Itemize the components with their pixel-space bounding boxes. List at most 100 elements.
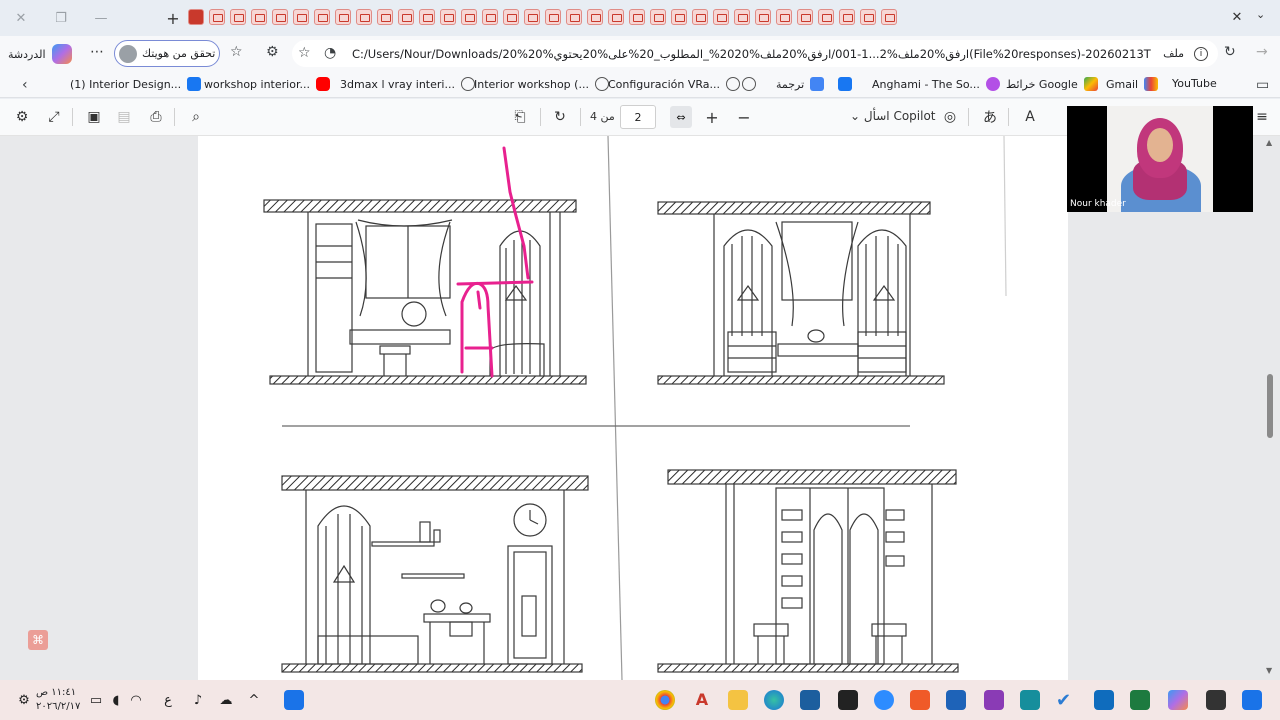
pdf-tab[interactable]	[356, 9, 372, 25]
edge-icon[interactable]	[764, 690, 784, 710]
pdf-tab[interactable]	[818, 9, 834, 25]
pdf-tab[interactable]	[671, 9, 687, 25]
pdf-tab[interactable]	[230, 9, 246, 25]
pdf-tab[interactable]	[272, 9, 288, 25]
video-call-tile[interactable]: Nour khader	[1067, 106, 1253, 212]
language-indicator[interactable]: ع	[160, 692, 176, 708]
pdf-tab[interactable]	[440, 9, 456, 25]
tab-close-icon[interactable]: ✕	[1228, 8, 1246, 26]
forward-icon[interactable]: →	[1256, 44, 1268, 60]
collections-icon[interactable]: ▭	[1256, 77, 1269, 93]
chevron-up-icon[interactable]: ^	[246, 692, 262, 708]
ask-copilot-button[interactable]: ⌄ اسأل Copilot	[850, 109, 936, 123]
acrobat-icon[interactable]: A	[692, 690, 712, 710]
extensions-icon[interactable]: ⚙	[266, 44, 279, 60]
pdf-tab[interactable]	[482, 9, 498, 25]
pdf-tab[interactable]	[734, 9, 750, 25]
pdf-tab[interactable]	[251, 9, 267, 25]
volume-icon[interactable]: ◖	[108, 692, 124, 708]
zoom-in-icon[interactable]: +	[704, 108, 720, 127]
file-explorer-icon[interactable]	[728, 690, 748, 710]
fullscreen-icon[interactable]: ⤢	[46, 109, 62, 125]
scroll-up-icon[interactable]: ▲	[1266, 138, 1272, 147]
pdf-tab[interactable]	[503, 9, 519, 25]
excel-icon[interactable]	[1130, 690, 1150, 710]
pdf-viewer[interactable]: ⌘ ▲ ▼	[0, 136, 1280, 680]
bookmark-item[interactable]: YouTube	[1172, 77, 1217, 90]
rotate-icon[interactable]: ↻	[552, 109, 568, 125]
scroll-thumb[interactable]	[1267, 374, 1273, 438]
outlook-icon[interactable]	[1094, 690, 1114, 710]
pdf-tab[interactable]	[692, 9, 708, 25]
print-icon[interactable]: ⎙	[148, 109, 164, 125]
close-window-icon[interactable]: ✕	[8, 5, 34, 31]
todo-icon[interactable]: ✔	[1056, 690, 1076, 711]
pdf-tab[interactable]	[881, 9, 897, 25]
read-aloud-icon[interactable]: A	[1022, 109, 1038, 125]
page-number-input[interactable]: 2	[620, 105, 656, 129]
terminal-icon[interactable]	[1206, 690, 1226, 710]
pdf-tab[interactable]	[587, 9, 603, 25]
pdf-tab[interactable]	[335, 9, 351, 25]
copilot-chat-button[interactable]: الدردشة	[8, 41, 72, 67]
cloud-icon[interactable]: ☁	[218, 692, 234, 708]
minimize-window-icon[interactable]: —	[88, 5, 114, 31]
scrollbar[interactable]: ▲ ▼	[1264, 136, 1276, 680]
pdf-tab[interactable]	[419, 9, 435, 25]
scroll-down-icon[interactable]: ▼	[1266, 666, 1272, 675]
pdf-tab[interactable]	[209, 9, 225, 25]
widgets-icon[interactable]	[284, 690, 304, 710]
bookmark-item[interactable]	[838, 77, 852, 91]
save-as-icon[interactable]: ▣	[86, 109, 102, 125]
refresh-icon[interactable]: ↻	[1224, 44, 1236, 60]
info-icon[interactable]: i	[1194, 46, 1208, 61]
pdf-tab[interactable]	[797, 9, 813, 25]
restore-window-icon[interactable]: ❐	[48, 5, 74, 31]
microphone-icon[interactable]: ♪	[190, 692, 206, 708]
url-field[interactable]: ☆ ◔ C:/Users/Nour/Downloads/20%ارفق%20مل…	[292, 40, 1218, 67]
zoom-out-icon[interactable]: −	[736, 108, 752, 127]
search-icon[interactable]: ⌕	[188, 109, 204, 125]
app-icon[interactable]	[984, 690, 1004, 710]
read-aloud-icon[interactable]: ◔	[324, 45, 336, 61]
bookmark-item[interactable]: خرائط Google	[1006, 77, 1098, 91]
pdf-tab[interactable]	[188, 9, 204, 25]
pdf-tab[interactable]	[461, 9, 477, 25]
pdf-tab[interactable]	[398, 9, 414, 25]
bookmark-item[interactable]: workshop interior...	[204, 77, 330, 91]
battery-icon[interactable]: ▭	[88, 692, 104, 708]
weather-icon[interactable]: ⚙	[16, 692, 32, 708]
pdf-tab[interactable]	[650, 9, 666, 25]
pdf-tab[interactable]	[608, 9, 624, 25]
bookmark-item[interactable]: ترجمة	[776, 77, 825, 91]
add-favorite-icon[interactable]: ☆	[298, 45, 311, 61]
bookmark-item[interactable]: Anghami - The So...	[872, 77, 1000, 91]
3dsmax-icon[interactable]	[1020, 690, 1040, 710]
page-view-icon[interactable]: ⎗	[512, 109, 528, 125]
bookmark-item[interactable]: 3dmax l vray interi...	[340, 77, 475, 91]
pdf-tab[interactable]	[839, 9, 855, 25]
revit-icon[interactable]	[946, 690, 966, 710]
windows-start-icon[interactable]	[1242, 690, 1262, 710]
pdf-tab[interactable]	[524, 9, 540, 25]
pdf-tab[interactable]	[545, 9, 561, 25]
bookmark-item[interactable]: Gmail	[1106, 77, 1159, 91]
verify-identity-button[interactable]: تحقق من هويتك	[114, 40, 220, 67]
pdf-tab[interactable]	[377, 9, 393, 25]
bookmark-item[interactable]: (1) Interior Design...	[70, 77, 202, 91]
bookmark-item[interactable]	[742, 77, 756, 91]
clock-date[interactable]: ٢٠٢٦/٢/١٧	[36, 701, 80, 712]
translate-icon[interactable]: あ	[982, 109, 998, 126]
pdf-tab[interactable]	[293, 9, 309, 25]
chrome-icon[interactable]	[655, 690, 675, 710]
copilot-icon[interactable]: ◎	[942, 109, 958, 125]
pdf-tab[interactable]	[314, 9, 330, 25]
bookmark-item[interactable]: Configuración VRa...	[608, 77, 740, 91]
pdf-tab[interactable]	[566, 9, 582, 25]
pdf-tab[interactable]	[776, 9, 792, 25]
pdf-tab[interactable]	[860, 9, 876, 25]
wifi-icon[interactable]: ◠	[128, 692, 144, 708]
copilot-icon[interactable]	[1168, 690, 1188, 710]
chevron-down-icon[interactable]: ⌄	[1256, 8, 1265, 21]
bookmark-item[interactable]: Interior workshop (...	[474, 77, 609, 91]
